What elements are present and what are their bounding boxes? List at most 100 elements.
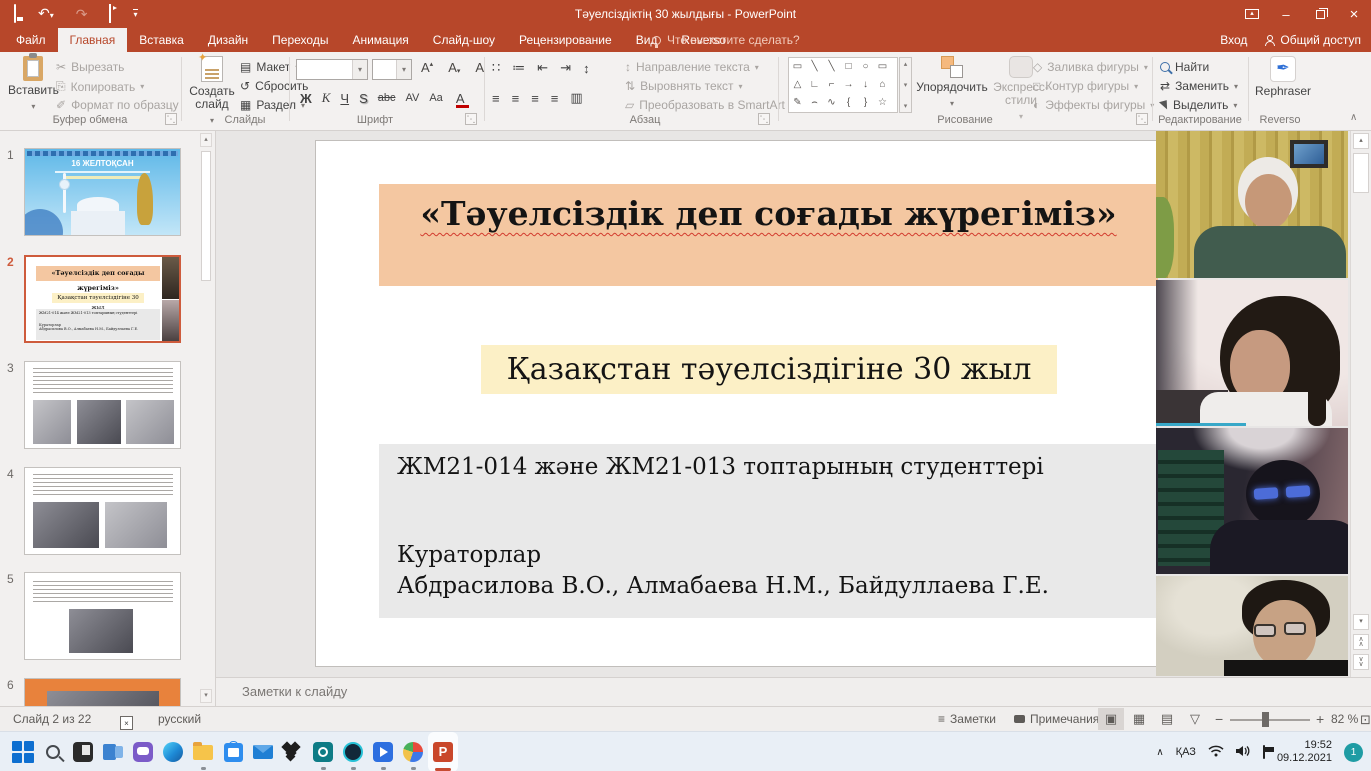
italic-button[interactable]: К: [322, 90, 331, 106]
reading-view-button[interactable]: ▤: [1154, 708, 1180, 730]
character-spacing-button[interactable]: AV: [405, 92, 419, 104]
volume-button[interactable]: [1236, 745, 1251, 760]
scroll-up-button[interactable]: ▴: [1353, 133, 1369, 149]
paragraph-dialog-launcher[interactable]: ⋱: [758, 113, 770, 125]
decrease-indent-button[interactable]: ⇤: [537, 60, 548, 76]
tab-transitions[interactable]: Переходы: [260, 28, 340, 52]
section-button[interactable]: ▦Раздел▾: [240, 98, 305, 112]
normal-view-button[interactable]: ▣: [1098, 708, 1124, 730]
notes-toggle-button[interactable]: ≡Заметки: [938, 707, 996, 731]
tab-animations[interactable]: Анимация: [340, 28, 420, 52]
shrink-font-button[interactable]: А▾: [445, 60, 463, 75]
line-shape-icon[interactable]: ╲: [806, 58, 823, 76]
ribbon-display-options-button[interactable]: ▴: [1235, 0, 1269, 28]
shape-outline-button[interactable]: □Контур фигуры▾: [1033, 79, 1138, 93]
taskbar-app-dark[interactable]: [68, 732, 98, 771]
taskbar-webex-button[interactable]: [338, 732, 368, 771]
shapes-gallery[interactable]: ▭╲╲□○▭ △∟⌐→↓⌂ ✎⌢∿{}☆: [788, 57, 898, 113]
previous-slide-button[interactable]: ∧∧: [1353, 634, 1369, 650]
restore-button[interactable]: [1303, 0, 1337, 28]
thumbnail-slide-2-selected[interactable]: «Тәуелсіздік деп соғады жүрегіміз» Қазақ…: [24, 255, 181, 343]
arrange-button[interactable]: Упорядочить ▾: [916, 56, 988, 110]
bullets-button[interactable]: ∷: [492, 60, 500, 76]
shapes-gallery-scroll[interactable]: ▴ ▾ ▾: [899, 57, 912, 113]
share-button[interactable]: Общий доступ: [1265, 33, 1361, 47]
replace-button[interactable]: ⇄Заменить▾: [1160, 79, 1238, 93]
tab-design[interactable]: Дизайн: [196, 28, 260, 52]
thumbnail-slide-5[interactable]: [24, 572, 181, 660]
rephraser-button[interactable]: ✒ Rephraser: [1254, 56, 1312, 98]
webcam-feed-2[interactable]: [1156, 280, 1348, 426]
grow-font-button[interactable]: А▴: [418, 60, 436, 75]
font-name-combo[interactable]: ▾: [296, 59, 368, 80]
zoom-out-button[interactable]: −: [1215, 707, 1223, 731]
drawing-dialog-launcher[interactable]: ⋱: [1136, 113, 1148, 125]
taskbar-dropbox-button[interactable]: [278, 732, 308, 771]
cut-button[interactable]: ✂Вырезать: [56, 60, 124, 74]
line-spacing-button[interactable]: ↕: [583, 61, 590, 76]
ellipse-shape-icon[interactable]: ○: [857, 58, 874, 76]
textbox-shape-icon[interactable]: ▭: [789, 58, 806, 76]
notification-badge[interactable]: 1: [1344, 743, 1363, 762]
triangle-shape-icon[interactable]: △: [789, 76, 806, 94]
minimize-button[interactable]: –: [1269, 0, 1303, 28]
slide-canvas[interactable]: «Тәуелсіздік деп соғады жүрегіміз» Қазақ…: [315, 140, 1157, 667]
rectangle-shape-icon[interactable]: □: [840, 58, 857, 76]
convert-smartart-button[interactable]: ▱Преобразовать в SmartArt▾: [625, 98, 794, 112]
rounded-rect-shape-icon[interactable]: ▭: [874, 58, 891, 76]
justify-button[interactable]: ≡: [551, 91, 559, 106]
numbering-button[interactable]: ≔: [512, 60, 525, 76]
text-shadow-button[interactable]: S: [359, 91, 368, 106]
font-color-button[interactable]: А: [453, 91, 468, 106]
scroll-down-button[interactable]: ▾: [1353, 614, 1369, 630]
align-center-button[interactable]: ≡: [512, 91, 520, 106]
thumbnail-slide-3[interactable]: [24, 361, 181, 449]
keyboard-language[interactable]: ҚАЗ: [1176, 746, 1196, 758]
layout-button[interactable]: ▤Макет▾: [240, 60, 299, 74]
taskbar-store-button[interactable]: [218, 732, 248, 771]
taskbar-paint3d-button[interactable]: [398, 732, 428, 771]
tab-file[interactable]: Файл: [4, 28, 58, 52]
start-button[interactable]: [8, 732, 38, 771]
notes-pane[interactable]: Заметки к слайду: [216, 677, 1371, 706]
right-arrow-shape-icon[interactable]: →: [840, 76, 857, 94]
arc-shape-icon[interactable]: ⌢: [806, 94, 823, 112]
taskbar-chat-button[interactable]: [128, 732, 158, 771]
down-arrow-shape-icon[interactable]: ↓: [857, 76, 874, 94]
strikethrough-button[interactable]: abc: [378, 92, 396, 104]
slide-body-box[interactable]: ЖМ21-014 және ЖМ21-013 топтарының студен…: [379, 444, 1158, 618]
tab-slideshow[interactable]: Слайд-шоу: [421, 28, 507, 52]
tab-home[interactable]: Главная: [58, 28, 128, 52]
comments-toggle-button[interactable]: Примечания: [1014, 707, 1099, 731]
scroll-down-button[interactable]: ▾: [200, 689, 212, 703]
select-button[interactable]: Выделить▾: [1160, 98, 1237, 112]
clipboard-dialog-launcher[interactable]: ⋱: [165, 113, 177, 125]
taskbar-edge-button[interactable]: [158, 732, 188, 771]
zoom-level[interactable]: 82 %: [1331, 707, 1358, 731]
sign-in-button[interactable]: Вход: [1220, 33, 1247, 47]
bold-button[interactable]: Ж: [300, 91, 312, 106]
shape-fill-button[interactable]: ◇Заливка фигуры▾: [1033, 60, 1148, 74]
shape-effects-button[interactable]: ◐Эффекты фигуры▾: [1033, 98, 1154, 112]
font-dialog-launcher[interactable]: ⋱: [465, 113, 477, 125]
tell-me-box[interactable]: Что вы хотите сделать?: [652, 28, 800, 52]
right-brace-shape-icon[interactable]: }: [857, 94, 874, 112]
format-painter-button[interactable]: ✐Формат по образцу: [56, 98, 179, 112]
thumbnail-slide-4[interactable]: [24, 467, 181, 555]
taskbar-powerpoint-button[interactable]: P: [428, 732, 458, 771]
change-case-button[interactable]: Aa: [429, 92, 442, 104]
slide-title-box[interactable]: «Тәуелсіздік деп соғады жүрегіміз»: [379, 184, 1158, 286]
left-brace-shape-icon[interactable]: {: [840, 94, 857, 112]
spell-check-button[interactable]: ×: [120, 707, 133, 731]
copy-button[interactable]: ⎘Копировать▾: [56, 79, 144, 94]
thumbnail-slide-1[interactable]: 16 ЖЕЛТОҚСАН: [24, 148, 181, 236]
tab-review[interactable]: Рецензирование: [507, 28, 624, 52]
next-slide-button[interactable]: ∨∨: [1353, 654, 1369, 670]
taskbar-clock[interactable]: 19:52 09.12.2021: [1277, 739, 1332, 765]
star-shape-icon[interactable]: ☆: [874, 94, 891, 112]
slideshow-view-button[interactable]: ▽: [1182, 708, 1208, 730]
taskbar-mail-button[interactable]: [248, 732, 278, 771]
tab-insert[interactable]: Вставка: [127, 28, 196, 52]
wifi-button[interactable]: [1208, 745, 1224, 760]
fit-slide-button[interactable]: ⊡: [1360, 708, 1371, 732]
